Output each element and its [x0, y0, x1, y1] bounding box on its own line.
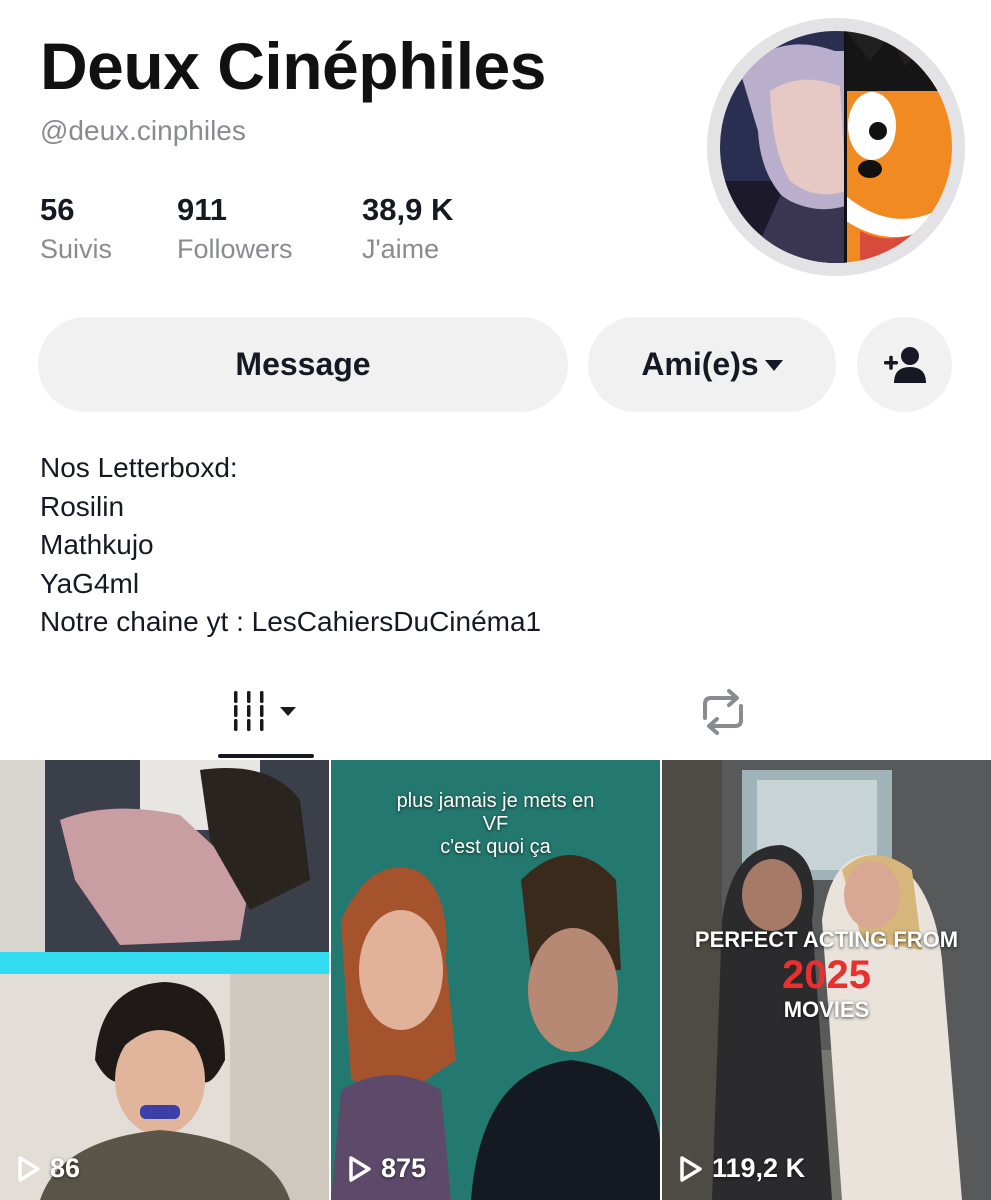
bio-line[interactable]: Notre chaine yt : LesCahiersDuCinéma1 [40, 603, 541, 642]
video-thumbnail[interactable]: plus jamais je mets en VF c'est quoi ça … [331, 760, 660, 1200]
play-icon [18, 1155, 40, 1182]
bio-line: Mathkujo [40, 529, 154, 560]
view-count-value: 119,2 K [712, 1153, 806, 1183]
stat-followers[interactable]: 911 Followers [177, 192, 293, 268]
stat-followers-value: 911 [177, 192, 228, 227]
view-count-value: 875 [381, 1153, 427, 1183]
play-icon [349, 1155, 371, 1182]
stat-likes-value: 38,9 K [362, 192, 454, 227]
add-user-icon [883, 346, 926, 383]
repost-icon [703, 689, 743, 735]
video-thumbnail[interactable]: 86 [0, 760, 329, 1200]
view-count: 119,2 K [678, 1153, 805, 1184]
caption-line: MOVIES [783, 997, 870, 1022]
message-button-label: Message [235, 346, 371, 382]
friends-button-label: Ami(e)s [641, 346, 759, 382]
caption-line: c'est quoi ça [440, 836, 551, 858]
video-thumbnail[interactable]: PERFECT ACTING FROM 2025 MOVIES 119,2 K [662, 760, 991, 1200]
stat-following-label: Suivis [40, 234, 113, 264]
bio-line: Nos Letterboxd: [40, 452, 238, 483]
stat-following-value: 56 [40, 192, 75, 227]
profile-bio: Nos Letterboxd: Rosilin Mathkujo YaG4ml … [40, 449, 541, 642]
view-count: 86 [16, 1153, 80, 1184]
stat-following[interactable]: 56 Suivis [40, 192, 112, 268]
friends-dropdown-button[interactable]: Ami(e)s [588, 317, 836, 412]
play-icon [680, 1155, 702, 1182]
active-tab-indicator [218, 754, 314, 758]
video-caption: plus jamais je mets en VF c'est quoi ça [331, 790, 660, 859]
stat-likes-label: J'aime [362, 234, 440, 264]
tab-videos[interactable] [218, 680, 314, 742]
tab-reposts[interactable] [690, 682, 756, 742]
bio-line: YaG4ml [40, 567, 140, 599]
grid-lines-icon [234, 691, 296, 731]
caption-line: PERFECT ACTING FROM [694, 927, 959, 952]
avatar[interactable] [720, 31, 952, 263]
view-count: 875 [347, 1153, 426, 1184]
bio-line: Rosilin [40, 490, 125, 522]
stat-likes[interactable]: 38,9 K J'aime [362, 192, 453, 268]
message-button[interactable]: Message [38, 317, 568, 412]
profile-name: Deux Cinéphiles [40, 29, 546, 103]
caption-line: VF [482, 813, 509, 835]
video-caption: PERFECT ACTING FROM 2025 MOVIES [662, 927, 991, 1023]
profile-handle: @deux.cinphiles [40, 115, 246, 146]
caption-year: 2025 [782, 953, 871, 997]
caret-down-icon [764, 360, 783, 371]
view-count-value: 86 [50, 1153, 81, 1183]
stat-followers-label: Followers [177, 234, 293, 264]
add-friend-button[interactable] [857, 317, 952, 412]
caption-line: plus jamais je mets en [396, 790, 595, 812]
